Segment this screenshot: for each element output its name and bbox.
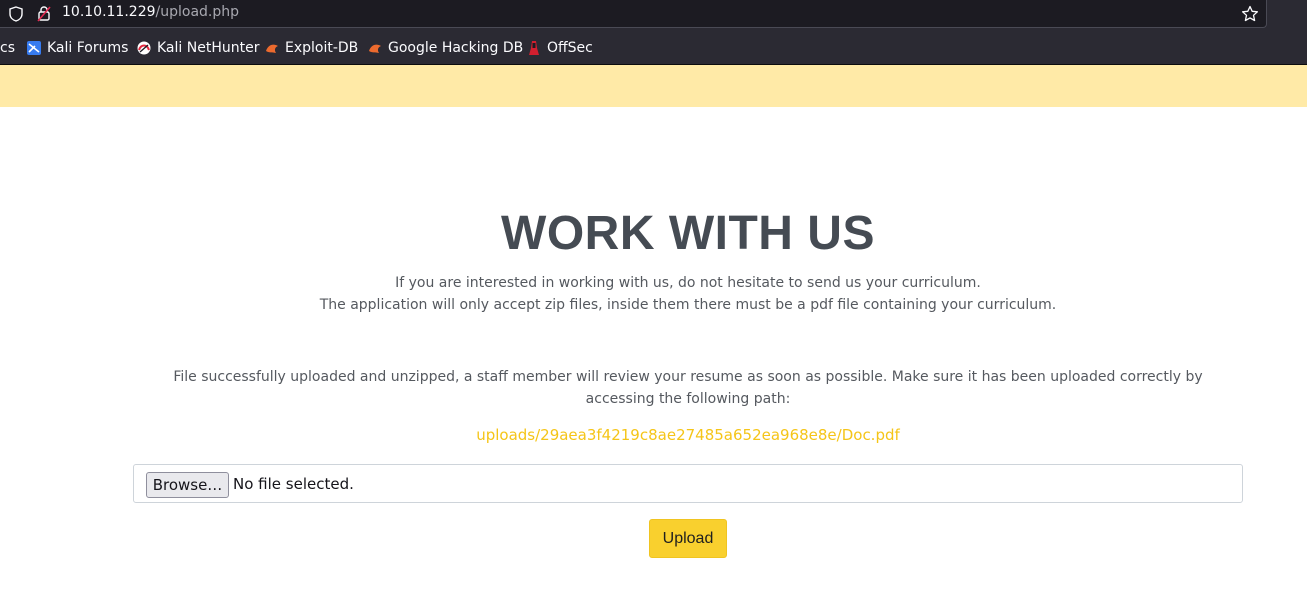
url-path: /upload.php bbox=[155, 4, 240, 20]
bookmark-star-icon[interactable] bbox=[1241, 5, 1259, 23]
upload-success-message: File successfully uploaded and unzipped,… bbox=[173, 369, 1203, 407]
upload-button[interactable]: Upload bbox=[649, 519, 727, 558]
exploit-db-icon bbox=[266, 44, 278, 53]
bookmark-offsec[interactable]: OffSec bbox=[526, 39, 593, 57]
browser-toolbar: 10.10.11.229/upload.php bbox=[0, 0, 1307, 29]
bookmark-kali-nethunter[interactable]: Kali NetHunter bbox=[136, 39, 259, 57]
page-title: WORK WITH US bbox=[501, 207, 875, 260]
url-bar[interactable]: 10.10.11.229/upload.php bbox=[0, 0, 1267, 28]
insecure-lock-icon[interactable] bbox=[36, 5, 52, 22]
shield-icon[interactable] bbox=[8, 6, 24, 22]
bookmark-exploit-db[interactable]: Exploit-DB bbox=[264, 39, 358, 57]
notice-bar bbox=[0, 65, 1307, 107]
file-input[interactable]: Browse… No file selected. bbox=[133, 464, 1243, 503]
bookmark-google-hacking-db[interactable]: Google Hacking DB bbox=[367, 39, 523, 57]
ghdb-icon bbox=[369, 44, 381, 53]
url-host: 10.10.11.229 bbox=[62, 4, 156, 20]
intro-text-line1: If you are interested in working with us… bbox=[395, 275, 981, 291]
kali-forums-icon bbox=[27, 41, 41, 55]
bookmark-label: Google Hacking DB bbox=[388, 40, 524, 56]
bookmark-kali-docs[interactable]: cs bbox=[0, 39, 15, 57]
bookmark-label: OffSec bbox=[547, 40, 593, 56]
kali-nethunter-icon bbox=[137, 41, 151, 55]
offsec-icon bbox=[529, 41, 539, 55]
bookmark-label: Exploit-DB bbox=[285, 40, 359, 56]
bookmarks-toolbar: cs Kali Forums Kali NetHunter Exploit-DB… bbox=[0, 29, 1307, 65]
browse-button[interactable]: Browse… bbox=[146, 472, 229, 498]
uploaded-file-link[interactable]: uploads/29aea3f4219c8ae27485a652ea968e8e… bbox=[0, 426, 1307, 444]
bookmark-label: cs bbox=[0, 40, 15, 56]
file-status-text: No file selected. bbox=[233, 475, 354, 493]
bookmark-label: Kali NetHunter bbox=[157, 40, 260, 56]
bookmark-label: Kali Forums bbox=[47, 40, 129, 56]
url-text[interactable]: 10.10.11.229/upload.php bbox=[62, 4, 239, 20]
bookmark-kali-forums[interactable]: Kali Forums bbox=[26, 39, 128, 57]
intro-text-line2: The application will only accept zip fil… bbox=[319, 297, 1057, 313]
